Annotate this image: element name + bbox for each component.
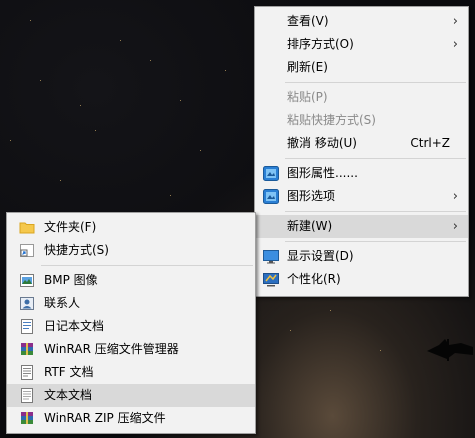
menu-item-label: 显示设置(D) (287, 249, 354, 263)
rtf-icon (21, 365, 33, 380)
tree-silhouette (427, 339, 473, 361)
chevron-right-icon: › (452, 14, 458, 29)
shortcut-label: Ctrl+Z (410, 136, 450, 150)
menu-separator (285, 158, 466, 159)
new-item-bmp-image[interactable]: BMP 图像 (7, 269, 255, 292)
display-icon (263, 250, 279, 264)
journal-icon (21, 319, 33, 334)
menu-item-label: 粘贴快捷方式(S) (287, 113, 376, 127)
menu-item-label: 新建(W) (287, 219, 333, 233)
menu-item-label: 排序方式(O) (287, 37, 354, 51)
menu-item-label: 粘贴(P) (287, 90, 328, 104)
menu-item-label: 图形选项 (287, 189, 336, 203)
menu-item-paste-shortcut[interactable]: 粘贴快捷方式(S) (255, 109, 468, 132)
menu-separator (41, 265, 253, 266)
personalize-icon (263, 273, 279, 287)
chevron-right-icon: › (452, 37, 458, 52)
new-item-folder[interactable]: 文件夹(F) (7, 216, 255, 239)
menu-item-label: 撤消 移动(U) (287, 136, 357, 150)
text-document-icon (21, 388, 33, 403)
menu-separator (285, 82, 466, 83)
menu-item-graphics-options[interactable]: 图形选项 › (255, 185, 468, 208)
menu-item-new[interactable]: 新建(W) › (255, 215, 468, 238)
new-item-rtf-document[interactable]: RTF 文档 (7, 361, 255, 384)
menu-item-undo-move[interactable]: 撤消 移动(U) Ctrl+Z (255, 132, 468, 155)
menu-item-label: WinRAR ZIP 压缩文件 (44, 411, 166, 425)
new-item-journal-document[interactable]: 日记本文档 (7, 315, 255, 338)
new-item-text-document[interactable]: 文本文档 (7, 384, 255, 407)
winrar-zip-icon (21, 412, 33, 424)
winrar-icon (21, 343, 33, 355)
graphics-icon (263, 166, 279, 181)
chevron-right-icon: › (452, 219, 458, 234)
menu-item-label: 图形属性...... (287, 166, 358, 180)
bmp-icon (20, 274, 34, 287)
graphics-icon (263, 189, 279, 204)
menu-item-display-settings[interactable]: 显示设置(D) (255, 245, 468, 268)
menu-item-sort-by[interactable]: 排序方式(O) › (255, 33, 468, 56)
menu-item-graphics-properties[interactable]: 图形属性...... (255, 162, 468, 185)
menu-item-label: BMP 图像 (44, 273, 98, 287)
chevron-right-icon: › (452, 189, 458, 204)
menu-item-label: 个性化(R) (287, 272, 341, 286)
desktop-context-menu: 查看(V) › 排序方式(O) › 刷新(E) 粘贴(P) 粘贴快捷方式(S) … (254, 6, 469, 297)
new-item-winrar-zip[interactable]: WinRAR ZIP 压缩文件 (7, 407, 255, 430)
menu-item-label: 日记本文档 (44, 319, 105, 333)
menu-separator (285, 211, 466, 212)
contact-icon (20, 297, 34, 310)
new-item-contact[interactable]: 联系人 (7, 292, 255, 315)
menu-item-label: 文件夹(F) (44, 220, 97, 234)
folder-icon (19, 222, 35, 234)
menu-separator (285, 241, 466, 242)
new-item-winrar-archive[interactable]: WinRAR 压缩文件管理器 (7, 338, 255, 361)
menu-item-refresh[interactable]: 刷新(E) (255, 56, 468, 79)
menu-item-label: 联系人 (44, 296, 81, 310)
menu-item-personalize[interactable]: 个性化(R) (255, 268, 468, 291)
new-submenu: 文件夹(F) 快捷方式(S) BMP 图像 联系人 日记本文档 WinRAR 压… (6, 212, 256, 434)
menu-item-label: WinRAR 压缩文件管理器 (44, 342, 179, 356)
menu-item-view[interactable]: 查看(V) › (255, 10, 468, 33)
menu-item-label: 文本文档 (44, 388, 93, 402)
menu-item-paste[interactable]: 粘贴(P) (255, 86, 468, 109)
menu-item-label: RTF 文档 (44, 365, 94, 379)
new-item-shortcut[interactable]: 快捷方式(S) (7, 239, 255, 262)
menu-item-label: 查看(V) (287, 14, 329, 28)
menu-item-label: 快捷方式(S) (44, 243, 109, 257)
shortcut-icon (20, 244, 34, 257)
menu-item-label: 刷新(E) (287, 60, 328, 74)
